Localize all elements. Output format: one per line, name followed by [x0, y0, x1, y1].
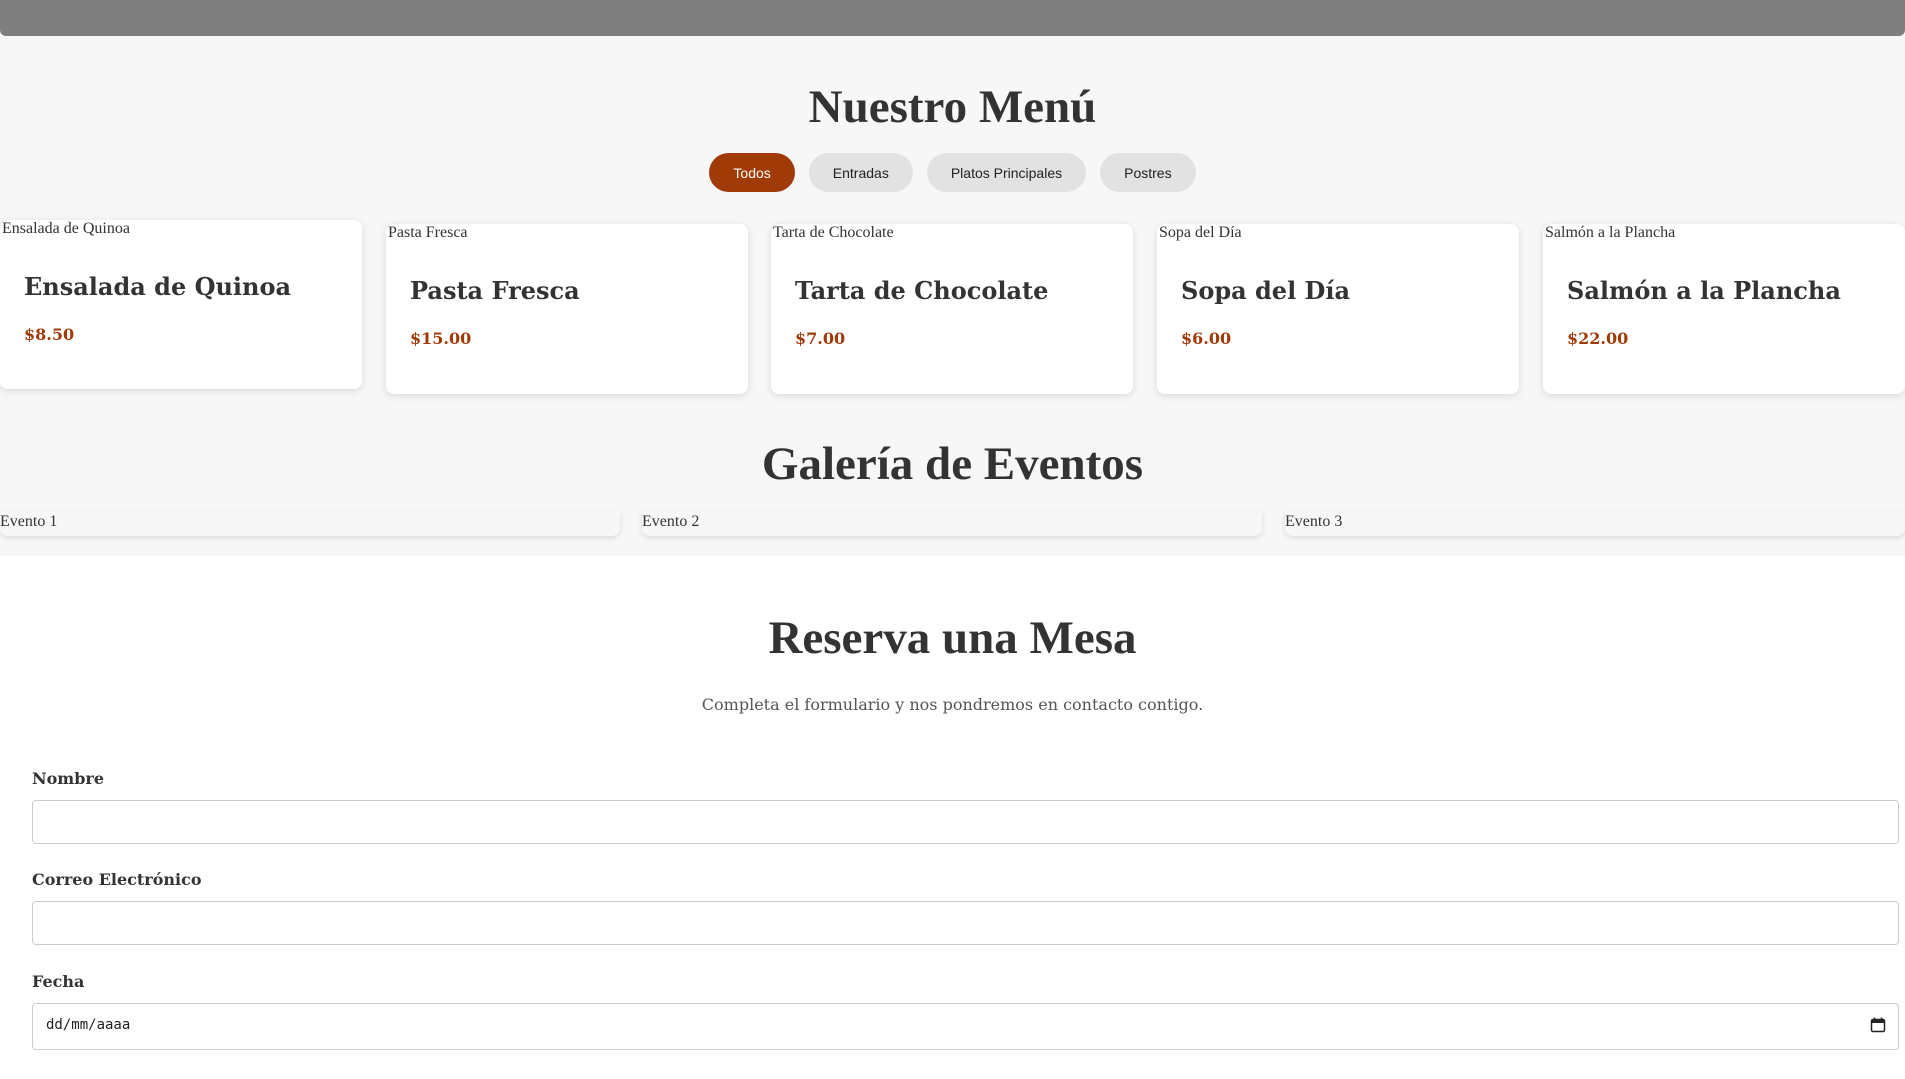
dish-name: Salmón a la Plancha	[1567, 276, 1841, 305]
dish-price: $8.50	[24, 325, 75, 344]
dish-image: Sopa del Día	[1159, 224, 1242, 241]
menu-card[interactable]: Salmón a la Plancha Salmón a la Plancha …	[1543, 224, 1905, 394]
filter-entradas-button[interactable]: Entradas	[808, 153, 913, 192]
menu-filters: Todos Entradas Platos Principales Postre…	[0, 153, 1905, 192]
dish-image: Tarta de Chocolate	[773, 224, 894, 241]
dish-name: Ensalada de Quinoa	[24, 272, 292, 301]
dish-price: $6.00	[1181, 329, 1232, 348]
name-label: Nombre	[32, 769, 105, 788]
reservation-title: Reserva una Mesa	[768, 612, 1137, 664]
filter-platos-principales-button[interactable]: Platos Principales	[926, 153, 1087, 192]
email-label: Correo Electrónico	[32, 870, 202, 889]
dish-name: Pasta Fresca	[410, 276, 580, 305]
menu-card[interactable]: Tarta de Chocolate Tarta de Chocolate $7…	[771, 224, 1133, 394]
date-placeholder: dd/mm/aaaa	[46, 1017, 131, 1033]
reservation-subtitle: Completa el formulario y nos pondremos e…	[701, 695, 1204, 714]
dish-image: Pasta Fresca	[388, 224, 468, 241]
date-label: Fecha	[32, 972, 85, 991]
dish-price: $7.00	[795, 329, 846, 348]
event-image[interactable]: Evento 1	[0, 511, 620, 536]
menu-title: Nuestro Menú	[808, 81, 1097, 133]
event-image-alt: Evento 1	[0, 513, 58, 530]
dish-image: Salmón a la Plancha	[1545, 224, 1676, 241]
dish-price: $15.00	[410, 329, 472, 348]
menu-card[interactable]: Pasta Fresca Pasta Fresca $15.00	[386, 224, 748, 394]
menu-card[interactable]: Ensalada de Quinoa Ensalada de Quinoa $8…	[0, 220, 362, 389]
dish-name: Sopa del Día	[1181, 276, 1351, 305]
filter-todos-button[interactable]: Todos	[709, 153, 795, 192]
calendar-icon[interactable]	[1870, 1017, 1886, 1033]
email-field[interactable]	[32, 901, 1899, 945]
gallery-title: Galería de Eventos	[761, 438, 1144, 490]
dish-price: $22.00	[1567, 329, 1629, 348]
event-image[interactable]: Evento 2	[642, 511, 1262, 536]
name-field[interactable]	[32, 800, 1899, 844]
event-image-alt: Evento 3	[1285, 513, 1343, 530]
dish-image: Ensalada de Quinoa	[2, 220, 130, 237]
menu-card[interactable]: Sopa del Día Sopa del Día $6.00	[1157, 224, 1519, 394]
dish-name: Tarta de Chocolate	[795, 276, 1049, 305]
event-image[interactable]: Evento 3	[1285, 511, 1905, 536]
filter-postres-button[interactable]: Postres	[1100, 153, 1196, 192]
event-image-alt: Evento 2	[642, 513, 700, 530]
top-header-bar	[0, 0, 1905, 36]
date-field[interactable]: dd/mm/aaaa	[32, 1003, 1899, 1050]
